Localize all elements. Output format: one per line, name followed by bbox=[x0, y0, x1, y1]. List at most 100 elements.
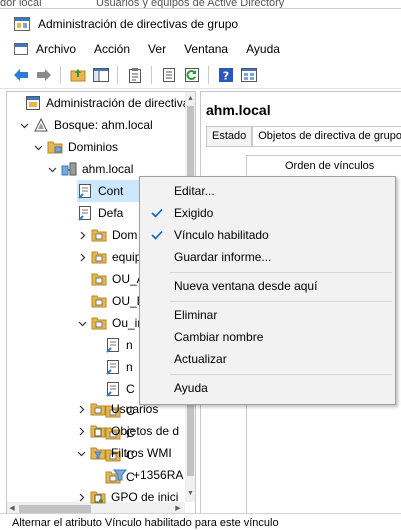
chevron-right-icon[interactable] bbox=[77, 230, 87, 240]
toolbar: ? bbox=[0, 61, 401, 89]
menu-ayuda[interactable]: Ayuda bbox=[246, 42, 280, 56]
menu-item-eliminar[interactable]: Eliminar bbox=[140, 304, 395, 326]
refresh-icon bbox=[185, 67, 199, 82]
tree-item-gpo-objects[interactable]: Objetos de d bbox=[76, 420, 179, 442]
gpo-link-icon bbox=[105, 381, 121, 397]
chevron-down-icon[interactable] bbox=[19, 120, 29, 130]
menu-item-label: Guardar informe... bbox=[174, 250, 272, 264]
ou-folder-icon bbox=[91, 271, 107, 287]
show-console-button[interactable] bbox=[238, 64, 260, 86]
menu-ventana[interactable]: Ventana bbox=[184, 42, 228, 56]
chevron-right-icon[interactable] bbox=[76, 404, 86, 414]
menu-item-label: Cambiar nombre bbox=[174, 330, 264, 344]
menu-item-label: Actualizar bbox=[174, 352, 227, 366]
menu-item-label: Vínculo habilitado bbox=[174, 228, 269, 242]
tree-item-label: Administración de directiva bbox=[46, 96, 190, 110]
menu-item-nueva-ventana[interactable]: Nueva ventana desde aquí bbox=[140, 275, 395, 297]
tree-item-ou-a[interactable]: OU_A bbox=[91, 268, 145, 290]
menu-accion[interactable]: Acción bbox=[94, 42, 130, 56]
chevron-right-icon[interactable] bbox=[76, 426, 86, 436]
tree-item-gpo-link-n2[interactable]: n bbox=[105, 356, 133, 378]
tree-item-ou-in[interactable]: Ou_in bbox=[77, 312, 144, 334]
back-button[interactable] bbox=[10, 64, 32, 86]
menu-archivo[interactable]: Archivo bbox=[36, 42, 76, 56]
window-menu-icon[interactable] bbox=[14, 42, 28, 56]
ou-folder-icon bbox=[91, 315, 107, 331]
chevron-down-icon[interactable] bbox=[77, 318, 87, 328]
menu-item-actualizar[interactable]: Actualizar bbox=[140, 348, 395, 370]
tree-item-label: Objetos de d bbox=[111, 424, 180, 438]
tree-item-forest[interactable]: Bosque: ahm.local bbox=[19, 114, 153, 136]
tree-item-gpo-link-n1[interactable]: n bbox=[105, 334, 133, 356]
chevron-down-icon[interactable] bbox=[76, 448, 86, 458]
toolbar-separator bbox=[208, 65, 209, 84]
context-menu: Editar... Exigido Vínculo habilitado Gua… bbox=[139, 176, 396, 405]
gpmc-icon bbox=[25, 95, 41, 111]
menu-separator bbox=[170, 301, 392, 302]
ou-folder-icon bbox=[91, 227, 107, 243]
ou-folder-icon bbox=[91, 249, 107, 265]
tree-item-label: Dom bbox=[112, 228, 138, 242]
export-list-button[interactable] bbox=[158, 64, 180, 86]
export-list-icon bbox=[163, 67, 175, 82]
menu-item-exigido[interactable]: Exigido bbox=[140, 202, 395, 224]
up-one-level-button[interactable] bbox=[67, 64, 89, 86]
tree-item-gpmc-root[interactable]: Administración de directiva bbox=[11, 92, 189, 114]
toolbar-separator bbox=[60, 65, 61, 84]
scroll-down-arrow[interactable]: ▼ bbox=[186, 488, 195, 500]
forward-button[interactable] bbox=[33, 64, 55, 86]
menu-item-editar[interactable]: Editar... bbox=[140, 180, 395, 202]
clipboard-icon bbox=[129, 67, 141, 83]
forward-arrow-icon bbox=[37, 68, 51, 81]
tree-item-label: ahm.local bbox=[82, 162, 134, 176]
scroll-up-arrow[interactable]: ▲ bbox=[186, 93, 195, 105]
details-tabs: Estado Objetos de directiva de grupo v bbox=[206, 126, 401, 147]
tree-item-domains[interactable]: Dominios bbox=[33, 136, 118, 158]
gpo-link-icon bbox=[105, 337, 121, 353]
menu-item-cambiar-nombre[interactable]: Cambiar nombre bbox=[140, 326, 395, 348]
tree-item-ou-e[interactable]: OU_E bbox=[91, 290, 145, 312]
tree-item-ou-equip[interactable]: equip bbox=[77, 246, 141, 268]
menu-item-ayuda[interactable]: Ayuda bbox=[140, 377, 395, 399]
menu-bar: Archivo Acción Ver Ventana Ayuda bbox=[0, 39, 401, 59]
help-button[interactable]: ? bbox=[215, 64, 237, 86]
menu-separator bbox=[170, 272, 392, 273]
properties-button[interactable] bbox=[124, 64, 146, 86]
tree-item-domain-ahm-local[interactable]: ahm.local bbox=[47, 158, 133, 180]
menu-item-label: Ayuda bbox=[174, 381, 208, 395]
tree-item-label: GPO de inici bbox=[111, 490, 179, 504]
checkmark-icon bbox=[140, 202, 174, 224]
status-bar: Alternar el atributo Vínculo habilitado … bbox=[0, 513, 401, 531]
status-text: Alternar el atributo Vínculo habilitado … bbox=[12, 517, 279, 529]
refresh-button[interactable] bbox=[181, 64, 203, 86]
chevron-down-icon[interactable] bbox=[33, 142, 43, 152]
wmi-filter-icon bbox=[112, 467, 128, 483]
menu-item-vinculo-habilitado[interactable]: Vínculo habilitado bbox=[140, 224, 395, 246]
wmi-folder-icon bbox=[90, 445, 106, 461]
tree-item-gpo-link-defa[interactable]: Defa bbox=[77, 202, 123, 224]
column-header-link-order[interactable]: Orden de vínculos bbox=[246, 155, 401, 177]
chevron-right-icon[interactable] bbox=[77, 252, 87, 262]
console-window-icon bbox=[241, 67, 257, 82]
toolbar-separator bbox=[117, 65, 118, 84]
menu-item-label: Editar... bbox=[174, 184, 215, 198]
tree-item-label: Bosque: ahm.local bbox=[54, 118, 153, 132]
checkmark-icon bbox=[140, 224, 174, 246]
chevron-right-icon[interactable] bbox=[76, 492, 86, 502]
show-hide-tree-button[interactable] bbox=[90, 64, 112, 86]
tree-item-label: Cont bbox=[98, 184, 124, 198]
tab-estado[interactable]: Estado bbox=[206, 126, 253, 146]
chevron-down-icon[interactable] bbox=[47, 164, 57, 174]
menu-ver[interactable]: Ver bbox=[148, 42, 166, 56]
tree-item-wmi-filters[interactable]: Filtros WMI bbox=[76, 442, 172, 464]
tree-item-starter-gpo[interactable]: GPO de inici bbox=[76, 486, 178, 508]
menu-item-guardar-informe[interactable]: Guardar informe... bbox=[140, 246, 395, 268]
tab-linked-gpos[interactable]: Objetos de directiva de grupo v bbox=[252, 126, 401, 147]
tree-item-wmi-filter[interactable]: +1356RA bbox=[112, 464, 183, 486]
tree-item-gpo-link-c[interactable]: C bbox=[105, 378, 135, 400]
console-tree-icon bbox=[93, 67, 109, 82]
tree-item-ou-dom[interactable]: Dom bbox=[77, 224, 137, 246]
tree-item-label: C bbox=[126, 382, 135, 396]
tree-item-label: Filtros WMI bbox=[111, 446, 172, 460]
gpo-link-icon bbox=[77, 183, 93, 199]
